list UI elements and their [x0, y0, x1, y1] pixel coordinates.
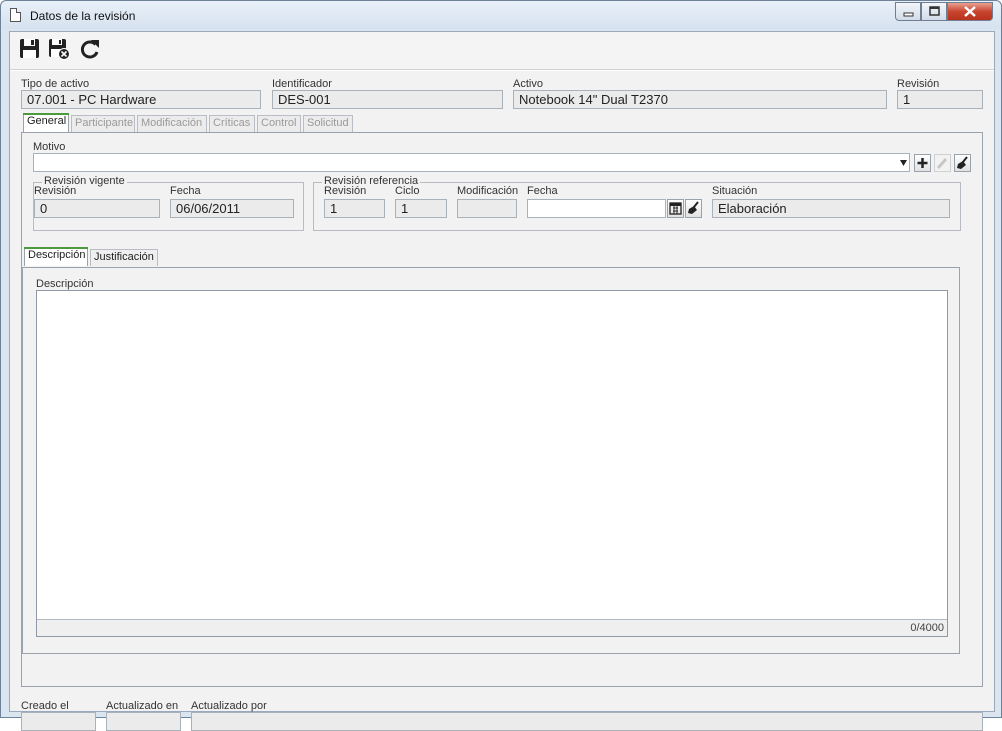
floppy-icon [20, 39, 39, 58]
creado-label: Creado el [21, 700, 69, 712]
form-body: Tipo de activo 07.001 - PC Hardware Iden… [10, 71, 994, 731]
minimize-icon [903, 12, 914, 17]
ref-revision-field: 1 [324, 199, 385, 218]
tab-participante[interactable]: Participante [71, 115, 135, 132]
document-icon [10, 8, 21, 22]
actualizado-por-field [191, 712, 983, 731]
clear-motivo-button[interactable] [954, 154, 971, 172]
close-icon [964, 6, 976, 17]
ref-situacion-field: Elaboración [712, 199, 950, 218]
ref-fecha-input[interactable] [527, 199, 666, 218]
subtab-justificacion[interactable]: Justificación [90, 249, 158, 266]
ref-situacion-label: Situación [712, 185, 758, 197]
motivo-select[interactable] [33, 153, 910, 172]
subtab-descripcion[interactable]: Descripción [24, 247, 88, 266]
revision-referencia-group: Revisión referencia Revisión 1 Ciclo 1 M… [313, 175, 961, 231]
ref-revision-label: Revisión [324, 185, 367, 197]
calendar-button[interactable] [667, 199, 684, 218]
client-area: Tipo de activo 07.001 - PC Hardware Iden… [9, 31, 995, 731]
vigente-fecha-field: 06/06/2011 [170, 199, 294, 218]
plus-icon [917, 158, 928, 168]
tab-control[interactable]: Control [257, 115, 301, 132]
revision-vigente-group: Revisión vigente Revisión 0 Fecha 06/06/… [33, 175, 304, 231]
close-button[interactable] [947, 2, 993, 21]
pencil-icon [936, 158, 948, 169]
tipo-activo-label: Tipo de activo [21, 78, 90, 90]
tipo-activo-field: 07.001 - PC Hardware [21, 90, 261, 109]
edit-motivo-button[interactable] [934, 154, 951, 172]
save-close-button[interactable] [48, 38, 70, 60]
window-title: Datos de la revisión [30, 9, 136, 23]
refresh-icon [80, 40, 99, 59]
save-button[interactable] [19, 38, 41, 60]
maximize-button[interactable] [921, 2, 947, 21]
add-motivo-button[interactable] [914, 154, 931, 172]
identificador-field: DES-001 [272, 90, 503, 109]
vigente-revision-field: 0 [34, 199, 160, 218]
creado-field [21, 712, 96, 731]
revision-field: 1 [897, 90, 983, 109]
descripcion-label: Descripción [36, 278, 94, 290]
revision-window: Datos de la revisión Tipo de activo 07.0… [0, 0, 1002, 731]
broom-icon [957, 156, 968, 169]
ref-fecha-label: Fecha [527, 185, 558, 197]
vigente-fecha-label: Fecha [170, 185, 201, 197]
tab-criticas[interactable]: Críticas [209, 115, 255, 132]
actualizado-en-label: Actualizado en [106, 700, 179, 712]
ref-ciclo-field: 1 [395, 199, 447, 218]
chevron-down-icon [900, 160, 907, 166]
calendar-icon [669, 202, 682, 215]
tab-general[interactable]: General [23, 113, 69, 132]
clear-fecha-button[interactable] [685, 199, 702, 218]
toolbar [10, 32, 994, 70]
title-bar[interactable]: Datos de la revisión [1, 1, 1001, 29]
broom-icon [688, 201, 699, 214]
floppy-close-icon [49, 39, 70, 60]
maximize-icon [929, 6, 940, 16]
descripcion-textarea[interactable]: 0/4000 [36, 290, 948, 637]
ref-ciclo-label: Ciclo [395, 185, 420, 197]
descripcion-text [37, 291, 947, 297]
minimize-button[interactable] [895, 2, 921, 21]
char-counter: 0/4000 [37, 619, 947, 636]
tab-modificacion[interactable]: Modificación [137, 115, 207, 132]
motivo-label: Motivo [33, 141, 66, 153]
revision-label: Revisión [897, 78, 940, 90]
vigente-revision-label: Revisión [34, 185, 77, 197]
ref-modificacion-label: Modificación [457, 185, 519, 197]
actualizado-en-field [106, 712, 181, 731]
descripcion-panel: Descripción 0/4000 [22, 267, 960, 654]
identificador-label: Identificador [272, 78, 332, 90]
refresh-button[interactable] [79, 38, 101, 60]
actualizado-por-label: Actualizado por [191, 700, 267, 712]
tab-solicitud[interactable]: Solicitud [303, 115, 353, 132]
activo-label: Activo [513, 78, 543, 90]
activo-field: Notebook 14" Dual T2370 [513, 90, 887, 109]
general-panel: Motivo Revisión vigente Revisión 0 Fecha… [21, 132, 983, 687]
ref-modificacion-field [457, 199, 517, 218]
